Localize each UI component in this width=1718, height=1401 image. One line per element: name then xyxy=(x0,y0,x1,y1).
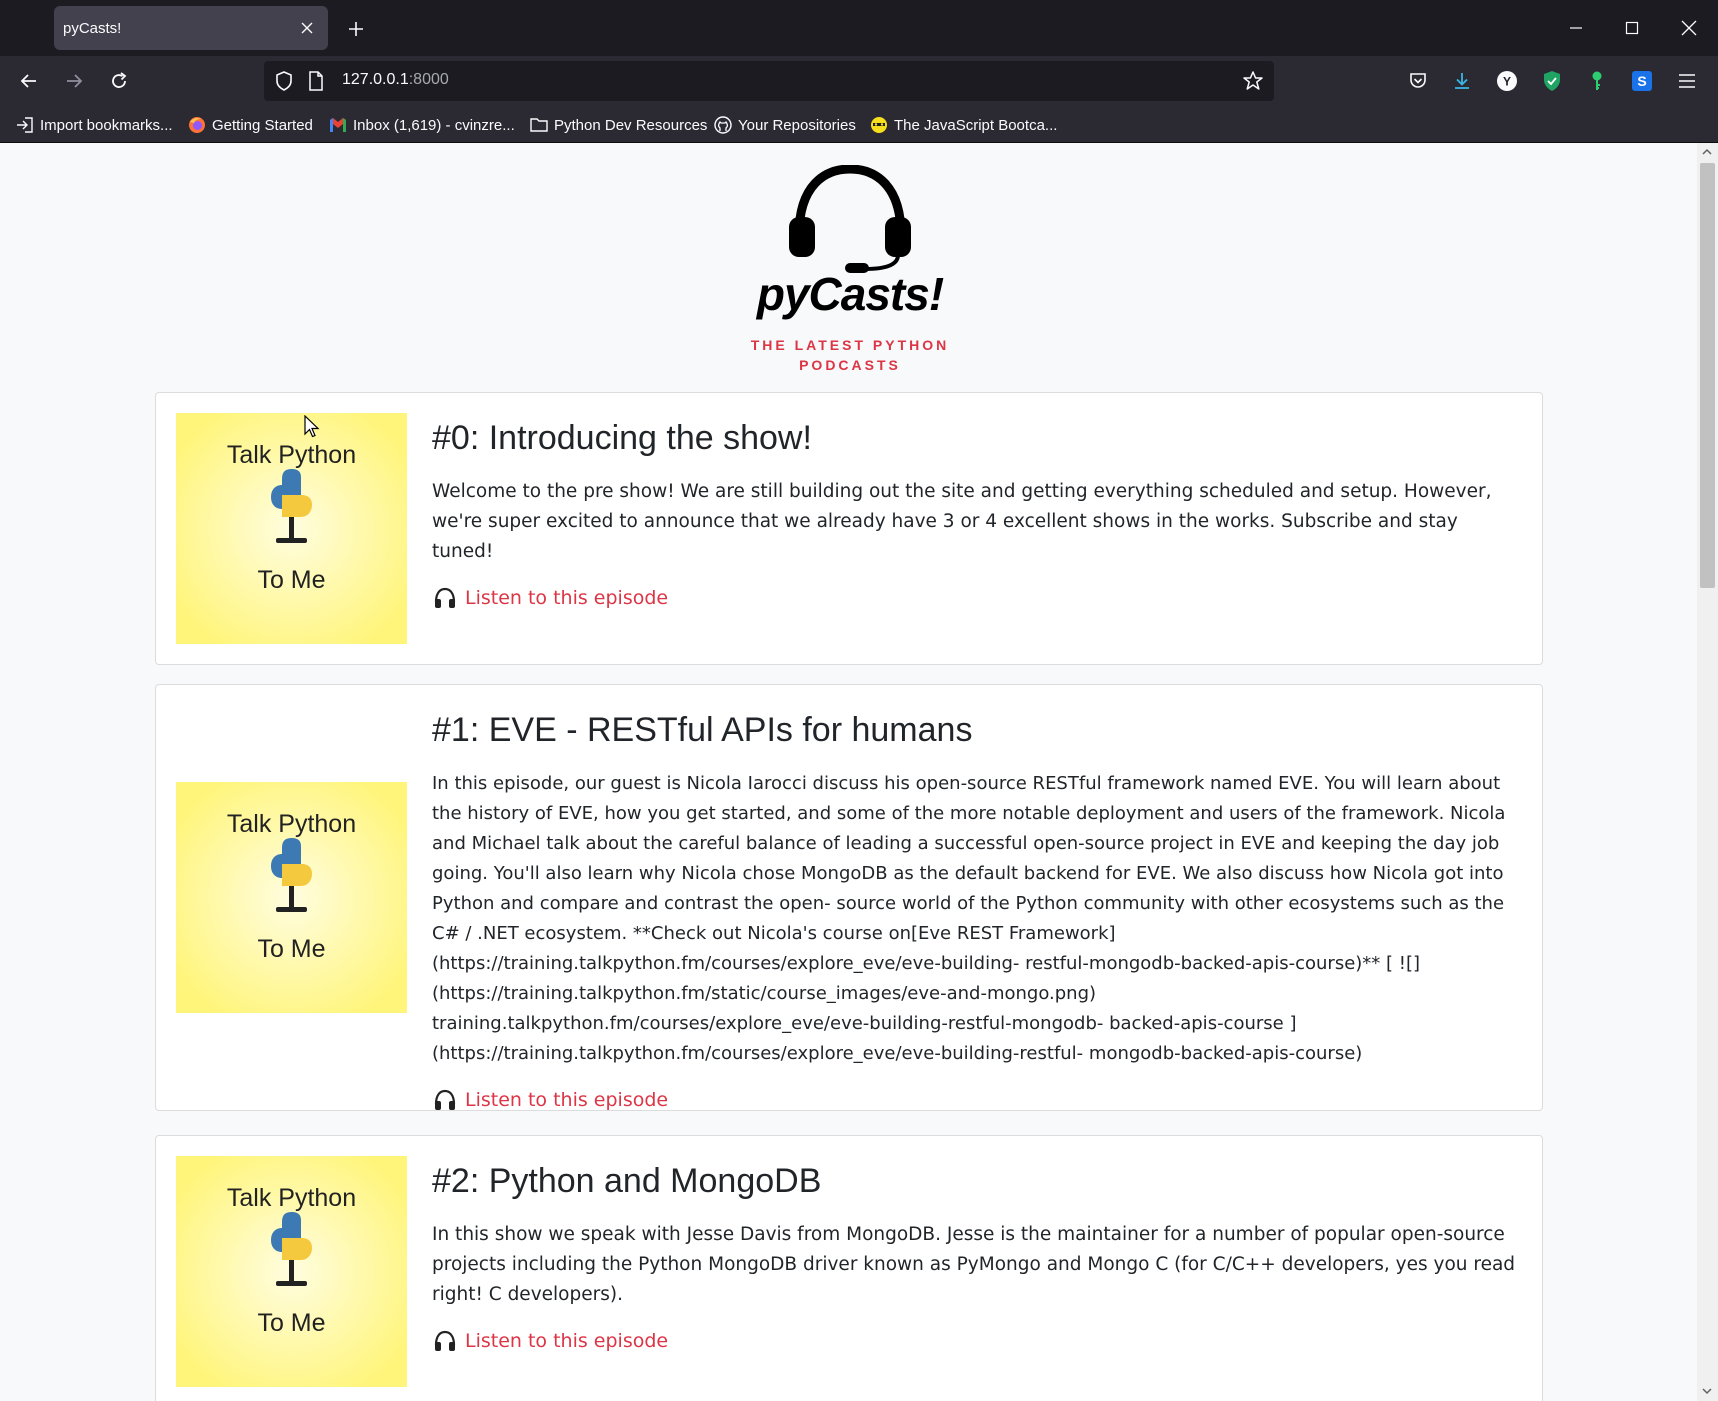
download-icon[interactable] xyxy=(1446,65,1478,97)
github-icon xyxy=(714,116,732,134)
episode-body: #1: EVE - RESTful APIs for humans In thi… xyxy=(432,709,1522,1113)
bookmark-label: The JavaScript Bootca... xyxy=(894,116,1058,134)
episode-title[interactable]: #1: EVE - RESTful APIs for humans xyxy=(432,709,1522,751)
mouse-cursor-icon xyxy=(304,415,320,438)
bookmark-label: Getting Started xyxy=(212,116,313,134)
listen-label[interactable]: Listen to this episode xyxy=(465,587,668,609)
svg-text:Talk Python: Talk Python xyxy=(227,1184,356,1212)
forward-icon[interactable] xyxy=(57,64,91,98)
svg-text:Talk Python: Talk Python xyxy=(227,441,356,469)
headphones-icon xyxy=(434,1089,456,1110)
podcast-cover-image[interactable]: Talk Python To Me xyxy=(176,1156,407,1387)
bookmark-getting-started[interactable]: Getting Started xyxy=(188,114,313,136)
headphones-icon xyxy=(434,587,456,608)
listen-label[interactable]: Listen to this episode xyxy=(465,1089,668,1111)
close-window-icon[interactable] xyxy=(1665,10,1713,46)
episode-title[interactable]: #0: Introducing the show! xyxy=(432,417,1522,459)
key-extension-icon[interactable] xyxy=(1581,65,1613,97)
browser-chrome: pyCasts! 127.0.0.1:8000 Y S Import bookm… xyxy=(0,0,1718,143)
new-tab-icon[interactable] xyxy=(340,14,372,44)
url-port: :8000 xyxy=(408,71,449,88)
bootcamp-icon xyxy=(870,116,888,134)
logo-title: pyCasts! xyxy=(756,268,944,320)
bookmark-import[interactable]: Import bookmarks... xyxy=(16,114,173,136)
pocket-icon[interactable] xyxy=(1402,65,1434,97)
episode-card: Talk Python To Me #0: Introducing the sh… xyxy=(155,392,1543,665)
page-scrollbar[interactable] xyxy=(1697,143,1718,1401)
logo-tagline: THE LATEST PYTHON PODCASTS xyxy=(730,335,970,375)
svg-text:Talk Python: Talk Python xyxy=(227,810,356,838)
tab-pycasts[interactable]: pyCasts! xyxy=(54,6,328,50)
listen-link[interactable]: Listen to this episode xyxy=(432,585,1522,611)
scrollbar-thumb[interactable] xyxy=(1700,163,1715,588)
episode-body: #0: Introducing the show! Welcome to the… xyxy=(432,417,1522,611)
bookmark-js-bootcamp[interactable]: The JavaScript Bootca... xyxy=(870,114,1057,136)
svg-text:Y: Y xyxy=(1503,75,1511,89)
scroll-up-icon[interactable] xyxy=(1702,147,1712,157)
scroll-down-icon[interactable] xyxy=(1702,1386,1712,1396)
shield-icon[interactable] xyxy=(274,70,294,96)
yoroi-extension-icon[interactable]: Y xyxy=(1491,65,1523,97)
headphones-icon xyxy=(434,1330,456,1351)
close-tab-icon[interactable] xyxy=(294,15,320,41)
page-viewport: pyCasts! THE LATEST PYTHON PODCASTS Talk… xyxy=(0,143,1697,1401)
episode-body: #2: Python and MongoDB In this show we s… xyxy=(432,1160,1522,1354)
svg-text:To Me: To Me xyxy=(257,566,325,594)
episode-description: In this show we speak with Jesse Davis f… xyxy=(432,1224,1516,1305)
site-logo[interactable]: pyCasts! THE LATEST PYTHON PODCASTS xyxy=(730,165,970,373)
tab-title: pyCasts! xyxy=(63,19,122,37)
bookmark-repositories[interactable]: Your Repositories xyxy=(714,114,856,136)
listen-label[interactable]: Listen to this episode xyxy=(465,1330,668,1352)
page-info-icon[interactable] xyxy=(308,71,324,95)
back-icon[interactable] xyxy=(12,64,46,98)
minimize-icon[interactable] xyxy=(1552,10,1600,46)
svg-text:To Me: To Me xyxy=(257,1309,325,1337)
bookmark-inbox[interactable]: Inbox (1,619) - cvinzre... xyxy=(329,114,515,136)
import-icon xyxy=(16,116,34,134)
gmail-icon xyxy=(329,116,347,134)
podcast-cover-image[interactable]: Talk Python To Me xyxy=(176,413,407,644)
tagline-line-2: PODCASTS xyxy=(799,357,901,373)
shield-extension-icon[interactable] xyxy=(1536,65,1568,97)
bookmark-python-dev[interactable]: Python Dev Resources xyxy=(530,114,707,136)
url-text[interactable]: 127.0.0.1:8000 xyxy=(342,71,449,89)
bookmark-star-icon[interactable] xyxy=(1242,70,1264,96)
nav-toolbar: 127.0.0.1:8000 Y S xyxy=(0,56,1718,107)
listen-link[interactable]: Listen to this episode xyxy=(432,1328,1522,1354)
folder-icon xyxy=(530,116,548,134)
s-extension-icon[interactable]: S xyxy=(1626,65,1658,97)
bookmark-label: Python Dev Resources xyxy=(554,116,708,134)
bookmark-label: Your Repositories xyxy=(738,116,856,134)
bookmarks-toolbar: Import bookmarks... Getting Started Inbo… xyxy=(0,107,1718,143)
headphones-logo-icon xyxy=(789,165,911,273)
menu-icon[interactable] xyxy=(1671,65,1703,97)
episode-description: Welcome to the pre show! We are still bu… xyxy=(432,481,1492,562)
maximize-icon[interactable] xyxy=(1608,10,1656,46)
episode-card: Talk Python To Me #1: EVE - RESTful APIs… xyxy=(155,684,1543,1111)
svg-text:S: S xyxy=(1637,73,1646,89)
tab-strip: pyCasts! xyxy=(0,0,1718,56)
bookmark-label: Inbox (1,619) - cvinzre... xyxy=(353,116,515,134)
episode-title[interactable]: #2: Python and MongoDB xyxy=(432,1160,1522,1202)
reload-icon[interactable] xyxy=(102,64,136,98)
bookmark-label: Import bookmarks... xyxy=(40,116,173,134)
episode-card: Talk Python To Me #2: Python and MongoDB… xyxy=(155,1135,1543,1401)
firefox-icon xyxy=(188,116,206,134)
episode-description: In this episode, our guest is Nicola Iar… xyxy=(432,773,1506,1064)
listen-link[interactable]: Listen to this episode xyxy=(432,1087,1522,1113)
tagline-line-1: THE LATEST PYTHON xyxy=(750,337,950,353)
podcast-cover-image[interactable]: Talk Python To Me xyxy=(176,782,407,1013)
svg-text:To Me: To Me xyxy=(257,935,325,963)
url-host: 127.0.0.1 xyxy=(342,71,409,88)
url-bar[interactable]: 127.0.0.1:8000 xyxy=(264,61,1274,101)
